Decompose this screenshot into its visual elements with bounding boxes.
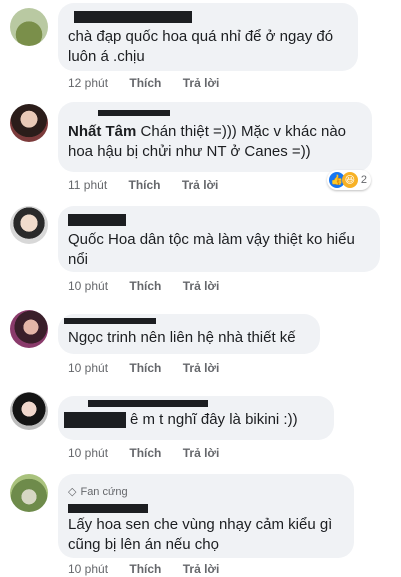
- comment-text: Ngọc trinh nên liên hệ nhà thiết kế: [68, 329, 296, 346]
- comment-actions: 10 phút Thích Trả lời: [68, 446, 237, 460]
- comment-bubble: ê m t nghĩ đây là bikini :)): [58, 396, 334, 440]
- comment-text: Quốc Hoa dân tộc mà làm vậy thiệt ko hiể…: [68, 231, 355, 268]
- comment-text: Nhất Tâm Chán thiệt =))) Mặc v khác nào …: [68, 122, 362, 162]
- redacted-name: [68, 504, 148, 513]
- comment-bubble: Ngọc trinh nên liên hệ nhà thiết kế: [58, 314, 320, 354]
- comment-time[interactable]: 10 phút: [68, 562, 108, 576]
- redacted-name: [74, 11, 192, 23]
- reply-link[interactable]: Trả lời: [183, 446, 220, 460]
- comment-bubble: ◇ Fan cứng Lấy hoa sen che vùng nhạy cảm…: [58, 474, 354, 558]
- diamond-icon: ◇: [68, 486, 77, 498]
- avatar[interactable]: [10, 206, 48, 244]
- fan-badge-label: Fan cứng: [80, 486, 128, 498]
- comment-time[interactable]: 10 phút: [68, 279, 108, 293]
- comment-actions: 11 phút Thích Trả lời: [68, 178, 236, 192]
- comment-time[interactable]: 11 phút: [68, 178, 107, 192]
- avatar[interactable]: [10, 474, 48, 512]
- reply-link[interactable]: Trả lời: [183, 562, 220, 576]
- comment-actions: 12 phút Thích Trả lời: [68, 76, 237, 90]
- haha-reaction-icon: 😆: [341, 172, 358, 188]
- reply-link[interactable]: Trả lời: [182, 178, 219, 192]
- comment-bubble: Quốc Hoa dân tộc mà làm vậy thiệt ko hiể…: [58, 206, 380, 272]
- reply-link[interactable]: Trả lời: [183, 361, 220, 375]
- avatar[interactable]: [10, 8, 48, 46]
- mention-name[interactable]: Nhất Tâm: [68, 123, 136, 140]
- redacted-name: [98, 110, 170, 116]
- like-link[interactable]: Thích: [129, 361, 161, 375]
- comment-bubble: Nhất Tâm Chán thiệt =))) Mặc v khác nào …: [58, 102, 372, 172]
- redacted-mention: [64, 412, 126, 428]
- comment-time[interactable]: 12 phút: [68, 76, 108, 90]
- comment-actions: 10 phút Thích Trả lời: [68, 361, 237, 375]
- comment-text: chà đạp quốc hoa quá nhỉ để ở ngay đó lu…: [68, 28, 334, 65]
- reaction-summary[interactable]: 👍 😆 2: [326, 170, 371, 190]
- like-link[interactable]: Thích: [129, 76, 161, 90]
- like-link[interactable]: Thích: [129, 446, 161, 460]
- comment-text: Lấy hoa sen che vùng nhạy cảm kiểu gì cũ…: [68, 516, 333, 553]
- like-link[interactable]: Thích: [129, 562, 161, 576]
- like-link[interactable]: Thích: [129, 178, 161, 192]
- avatar[interactable]: [10, 310, 48, 348]
- reply-link[interactable]: Trả lời: [183, 76, 220, 90]
- comment-time[interactable]: 10 phút: [68, 446, 108, 460]
- reply-link[interactable]: Trả lời: [183, 279, 220, 293]
- redacted-name: [88, 400, 208, 407]
- fan-badge: ◇ Fan cứng: [68, 482, 344, 502]
- avatar[interactable]: [10, 104, 48, 142]
- comment-bubble: chà đạp quốc hoa quá nhỉ để ở ngay đó lu…: [58, 3, 358, 71]
- comment-actions: 10 phút Thích Trả lời: [68, 279, 237, 293]
- like-link[interactable]: Thích: [129, 279, 161, 293]
- reaction-count: 2: [360, 174, 367, 186]
- avatar[interactable]: [10, 392, 48, 430]
- comment-time[interactable]: 10 phút: [68, 361, 108, 375]
- redacted-name: [68, 214, 126, 226]
- redacted-name: [64, 318, 156, 324]
- comment-actions: 10 phút Thích Trả lời: [68, 562, 237, 576]
